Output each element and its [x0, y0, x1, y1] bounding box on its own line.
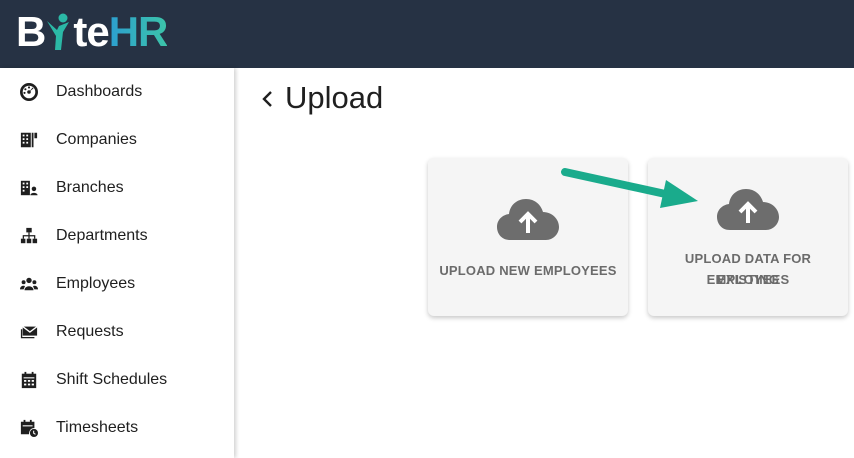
sidebar-item-label: Timesheets — [56, 419, 139, 436]
back-button[interactable] — [256, 84, 280, 114]
sidebar-item-employees[interactable]: Employees — [0, 260, 234, 308]
hierarchy-icon — [19, 226, 39, 246]
sidebar-item-label: Shift Schedules — [56, 371, 168, 388]
card-label: UPLOAD NEW EMPLOYEES — [439, 263, 617, 278]
cloud-upload-icon — [497, 199, 559, 240]
sidebar-item-companies[interactable]: Companies — [0, 116, 234, 164]
chevron-left-icon — [262, 91, 272, 107]
sidebar-item-label: Dashboards — [56, 83, 143, 100]
mail-icon — [19, 322, 39, 342]
sidebar-item-dashboards[interactable]: Dashboards — [0, 68, 234, 116]
sidebar-item-timesheets[interactable]: Timesheets — [0, 404, 234, 452]
sidebar-item-branches[interactable]: Branches — [0, 164, 234, 212]
logo-letter-b: B — [16, 8, 46, 55]
calendar-clock-icon — [19, 418, 39, 438]
sidebar-item-label: Branches — [56, 179, 124, 196]
branch-icon — [19, 178, 39, 198]
top-bar: B te HR — [0, 0, 854, 68]
logo-figure-icon — [45, 12, 73, 52]
calendar-icon — [19, 370, 39, 390]
upload-existing-employees-card[interactable]: UPLOAD DATA FOR EXISTING EMPLOYEES — [648, 158, 848, 316]
sidebar-item-requests[interactable]: Requests — [0, 308, 234, 356]
people-icon — [19, 274, 39, 294]
sidebar-item-label: Departments — [56, 227, 148, 244]
main-content: Upload UPLOAD NEW EMPLOYEES UPLOAD DATA … — [236, 68, 854, 458]
page-title: Upload — [285, 80, 384, 115]
logo-letters-te: te — [73, 8, 109, 55]
sidebar-item-departments[interactable]: Departments — [0, 212, 234, 260]
cloud-upload-icon — [717, 189, 779, 230]
sidebar-item-label: Requests — [56, 323, 124, 340]
card-label: EMPLOYEES — [706, 272, 790, 287]
sidebar: Dashboards Companies Branches Department… — [0, 68, 234, 458]
bytehr-logo[interactable]: B te HR — [16, 8, 169, 55]
sidebar-item-label: Employees — [56, 275, 136, 292]
sidebar-item-label: Companies — [56, 131, 137, 148]
sidebar-item-shift-schedules[interactable]: Shift Schedules — [0, 356, 234, 404]
upload-new-employees-card[interactable]: UPLOAD NEW EMPLOYEES — [428, 158, 628, 316]
logo-letters-hr: HR — [108, 8, 169, 55]
dashboard-icon — [19, 82, 39, 102]
building-icon — [19, 130, 39, 150]
